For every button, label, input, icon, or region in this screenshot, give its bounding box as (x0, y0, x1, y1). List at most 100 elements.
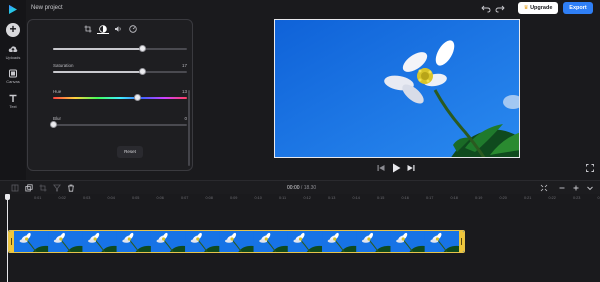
sidebar-item-label: Uploads (5, 55, 21, 60)
clip-thumbnail (150, 231, 186, 252)
add-media-button[interactable]: + (6, 23, 20, 37)
ruler-tick-label: 0:14 (352, 196, 360, 200)
clip-thumbnail (219, 231, 254, 252)
playhead-handle[interactable] (5, 194, 10, 200)
timeline-ruler[interactable]: 0:01 0:02 0:03 0:04 0:05 0:06 0:07 0:08 0:09 0:10… (0, 194, 600, 204)
clip-thumbnail (390, 231, 425, 252)
crop-icon (84, 25, 92, 33)
clip-thumbnail (48, 231, 83, 252)
ruler-tick-label: 0:11 (279, 196, 287, 200)
ruler-tick-label: 0:12 (303, 196, 311, 200)
video-clip[interactable] (8, 230, 465, 253)
slider-value: 0 (184, 116, 187, 121)
clip-thumbnail (322, 231, 357, 252)
ruler-tick-label: 0:22 (548, 196, 556, 200)
video-preview[interactable] (274, 19, 520, 158)
upgrade-button[interactable]: ♛ Upgrade (518, 2, 558, 14)
preview-image (275, 20, 519, 157)
app-logo-icon[interactable] (8, 4, 18, 15)
ruler-tick-label: 0:20 (499, 196, 507, 200)
left-sidebar: + Uploads Canvas Text (0, 0, 26, 180)
undo-icon[interactable] (481, 4, 491, 13)
panel-tabs (28, 24, 192, 36)
clip-thumbnail (14, 231, 49, 252)
panel-scrollbar[interactable] (188, 90, 190, 166)
sidebar-item-text[interactable]: Text (0, 94, 26, 110)
ruler-tick-label: 0:09 (230, 196, 238, 200)
ruler-tick-label: 0:03 (83, 196, 91, 200)
slider-knob[interactable] (139, 68, 147, 75)
export-button[interactable]: Export (563, 2, 593, 14)
split-icon[interactable] (11, 184, 19, 192)
ruler-tick-label: 0:06 (156, 196, 164, 200)
zoom-in-icon[interactable] (572, 184, 580, 192)
sidebar-item-canvas[interactable]: Canvas (0, 69, 26, 85)
crown-icon: ♛ (523, 5, 529, 11)
ruler-tick-label: 0:16 (401, 196, 409, 200)
chevron-down-icon[interactable] (586, 184, 594, 192)
clip-thumbnail (253, 231, 288, 252)
canvas-icon (9, 69, 17, 78)
speed-icon (129, 25, 137, 33)
clip-thumbnail (287, 231, 323, 252)
playhead-line[interactable] (7, 194, 8, 282)
redo-icon[interactable] (495, 4, 505, 13)
zoom-out-icon[interactable] (558, 184, 566, 192)
clip-thumbnail (356, 231, 391, 252)
ruler-tick-label: 0:05 (132, 196, 140, 200)
slider-track[interactable] (53, 97, 187, 99)
ruler-tick-label: 0:18 (450, 196, 458, 200)
ruler-tick-label: 0:08 (205, 196, 213, 200)
timeline-track-area (0, 204, 600, 282)
ruler-tick-label: 0:23 (573, 196, 581, 200)
fullscreen-icon[interactable] (586, 164, 594, 172)
tab-crop[interactable] (82, 24, 94, 34)
tab-adjust[interactable] (97, 24, 109, 34)
timecode: 00:00 / 18.30 (287, 185, 316, 191)
clip-thumbnail (424, 231, 459, 252)
sidebar-item-label: Canvas (6, 79, 20, 84)
current-time: 00:00 (287, 185, 300, 191)
skip-back-icon[interactable] (377, 164, 385, 172)
duplicate-icon[interactable] (25, 184, 33, 192)
slider-label: Saturation (53, 63, 74, 68)
trash-icon[interactable] (67, 184, 75, 192)
audio-icon (115, 26, 121, 32)
upgrade-label: Upgrade (530, 5, 553, 11)
ruler-tick-label: 0:15 (377, 196, 385, 200)
ruler-tick-label: 0:02 (58, 196, 66, 200)
reset-button[interactable]: Reset (117, 146, 143, 158)
ruler-tick-label: 0:10 (254, 196, 262, 200)
sidebar-item-label: Text (9, 104, 17, 109)
slider-value: 13 (181, 89, 187, 94)
tab-audio[interactable] (112, 24, 124, 34)
slider-knob[interactable] (133, 94, 141, 101)
skip-forward-icon[interactable] (407, 164, 415, 172)
slider-track[interactable] (53, 124, 187, 126)
contrast-icon (99, 25, 107, 33)
slider-fill (53, 71, 143, 73)
cloud-upload-icon (8, 46, 18, 52)
ruler-tick-label: 0:04 (107, 196, 115, 200)
fit-timeline-icon[interactable] (540, 184, 548, 192)
slider-knob[interactable] (139, 45, 147, 52)
ruler-tick-label: 0:19 (475, 196, 483, 200)
sidebar-item-uploads[interactable]: Uploads (0, 45, 26, 61)
clip-trim-handle-right[interactable] (459, 231, 464, 252)
timeline-toolbar: 00:00 / 18.30 (0, 180, 600, 194)
project-title[interactable]: New project (31, 5, 63, 11)
ruler-tick-label: 0:01 (34, 196, 42, 200)
crop-tool-icon[interactable] (39, 184, 47, 192)
filter-icon[interactable] (53, 184, 61, 192)
slider-value: 17 (181, 63, 187, 68)
ruler-tick-label: 0:13 (328, 196, 336, 200)
slider-label: Hue (53, 89, 62, 94)
tab-speed[interactable] (127, 24, 139, 34)
slider-knob[interactable] (49, 121, 57, 128)
clip-thumbnail (82, 231, 117, 252)
adjust-panel: Saturation 17 Hue 13 Blur 0 Reset (27, 19, 193, 171)
ruler-tick-label: 0:07 (181, 196, 189, 200)
play-icon[interactable] (392, 163, 401, 173)
slider-fill (53, 48, 143, 50)
ruler-tick-label: 0:17 (426, 196, 434, 200)
